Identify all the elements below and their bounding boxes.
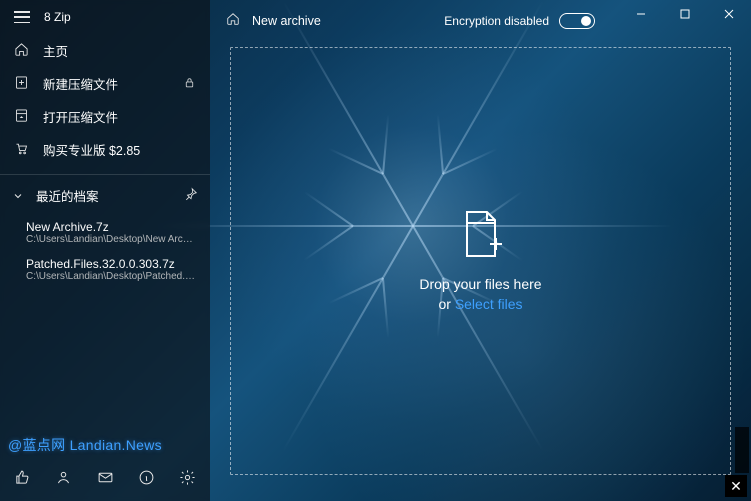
bottom-bar	[0, 461, 210, 501]
recent-item-path: C:\Users\Landian\Desktop\Patched.Files.3…	[26, 271, 196, 282]
encryption-label: Encryption disabled	[444, 14, 549, 28]
app-title: 8 Zip	[44, 10, 71, 24]
drop-or: or	[438, 296, 454, 312]
settings-icon[interactable]	[179, 469, 196, 491]
drop-text: Drop your files here or Select files	[419, 275, 541, 314]
close-button[interactable]	[707, 0, 751, 28]
recent-item[interactable]: Patched.Files.32.0.0.303.7z C:\Users\Lan…	[0, 251, 210, 288]
app-title-row: 8 Zip	[0, 0, 210, 32]
corner-close-button[interactable]: ✕	[725, 475, 747, 497]
sidebar-item-label: 主页	[43, 41, 68, 60]
chevron-down-icon	[12, 190, 24, 202]
watermark: @蓝点网 Landian.News	[0, 435, 210, 461]
window-controls	[619, 0, 751, 28]
recent-item-name: New Archive.7z	[26, 220, 196, 234]
hamburger-icon[interactable]	[14, 11, 30, 23]
divider	[0, 174, 210, 175]
page-title: New archive	[252, 14, 321, 28]
home-icon	[14, 42, 29, 60]
sidebar-item-label: 购买专业版 $2.85	[43, 140, 140, 159]
scroll-handle[interactable]	[735, 427, 749, 473]
lock-icon	[183, 76, 196, 92]
recent-list: New Archive.7z C:\Users\Landian\Desktop\…	[0, 212, 210, 290]
sidebar-item-buy-pro[interactable]: 购买专业版 $2.85	[0, 133, 210, 166]
maximize-button[interactable]	[663, 0, 707, 28]
minimize-button[interactable]	[619, 0, 663, 28]
add-file-icon	[457, 208, 505, 265]
encryption-toggle[interactable]	[559, 13, 595, 29]
sidebar-item-label: 新建压缩文件	[43, 74, 118, 93]
sidebar-nav: 主页 新建压缩文件 打开压缩文件 购买专业版 $2.85	[0, 32, 210, 170]
open-archive-icon	[14, 108, 29, 126]
profile-icon[interactable]	[55, 469, 72, 491]
recent-item[interactable]: New Archive.7z C:\Users\Landian\Desktop\…	[0, 214, 210, 251]
home-icon[interactable]	[226, 12, 240, 29]
encryption-row: Encryption disabled	[444, 13, 595, 29]
recent-item-path: C:\Users\Landian\Desktop\New Archive.7z	[26, 234, 196, 245]
thumbs-up-icon[interactable]	[14, 469, 31, 491]
drop-area[interactable]: Drop your files here or Select files	[230, 47, 731, 475]
cart-icon	[14, 141, 29, 159]
new-archive-icon	[14, 75, 29, 93]
pin-icon[interactable]	[184, 187, 198, 204]
select-files-link[interactable]: Select files	[455, 296, 523, 312]
sidebar: 8 Zip 主页 新建压缩文件 打开压缩文件 购买专业版 $2.85	[0, 0, 210, 501]
mail-icon[interactable]	[97, 469, 114, 491]
content: New archive Encryption disabled Drop you…	[210, 0, 751, 501]
sidebar-item-new-archive[interactable]: 新建压缩文件	[0, 67, 210, 100]
recent-header[interactable]: 最近的档案	[0, 179, 210, 212]
drop-line1: Drop your files here	[419, 276, 541, 292]
recent-item-name: Patched.Files.32.0.0.303.7z	[26, 257, 196, 271]
recent-header-label: 最近的档案	[36, 186, 99, 205]
sidebar-item-home[interactable]: 主页	[0, 34, 210, 67]
sidebar-item-label: 打开压缩文件	[43, 107, 118, 126]
info-icon[interactable]	[138, 469, 155, 491]
sidebar-item-open-archive[interactable]: 打开压缩文件	[0, 100, 210, 133]
